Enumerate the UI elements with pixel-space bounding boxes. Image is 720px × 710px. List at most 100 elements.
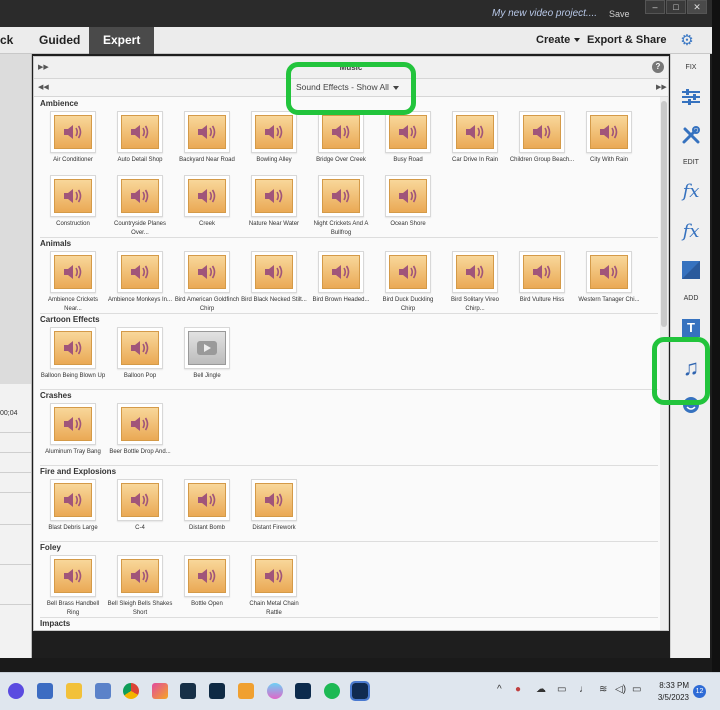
zoom-app-icon[interactable]	[8, 683, 24, 699]
sound-thumbnail[interactable]	[385, 111, 431, 153]
sound-effect-tile[interactable]: Nature Near Water	[241, 175, 307, 237]
sound-thumbnail[interactable]	[586, 251, 632, 293]
sound-thumbnail[interactable]	[117, 175, 163, 217]
tray-app-icon[interactable]: ●	[515, 684, 521, 695]
battery-icon[interactable]: ▭	[632, 684, 641, 695]
system-clock[interactable]: 8:33 PM 3/5/2023	[651, 680, 689, 704]
paint-icon[interactable]	[267, 683, 283, 699]
sound-effect-tile[interactable]: C-4	[107, 479, 173, 541]
notepad-icon[interactable]	[95, 683, 111, 699]
sound-effect-tile[interactable]: Bird Brown Headed...	[308, 251, 374, 313]
sound-effect-tile[interactable]: Busy Road	[375, 111, 441, 173]
file-explorer-window-icon[interactable]	[37, 683, 53, 699]
sound-thumbnail[interactable]	[50, 479, 96, 521]
sound-effect-tile[interactable]: Children Group Beach...	[509, 111, 575, 173]
onedrive-icon[interactable]: ☁	[536, 684, 546, 695]
sound-thumbnail[interactable]	[50, 175, 96, 217]
chrome-icon[interactable]	[123, 683, 139, 699]
sound-effect-tile[interactable]: Balloon Being Blown Up	[40, 327, 106, 389]
lightroom-classic-icon[interactable]	[180, 683, 196, 699]
sound-thumbnail[interactable]	[117, 403, 163, 445]
sound-thumbnail[interactable]	[184, 175, 230, 217]
create-menu[interactable]: Create	[536, 27, 581, 54]
sound-effect-tile[interactable]: Bird Black Necked Stilt...	[241, 251, 307, 313]
sound-thumbnail[interactable]	[586, 111, 632, 153]
sound-thumbnail[interactable]	[519, 111, 565, 153]
sound-thumbnail[interactable]	[50, 111, 96, 153]
spotify-icon[interactable]	[324, 683, 340, 699]
help-icon[interactable]: ?	[652, 61, 664, 73]
snipping-tool-icon[interactable]	[238, 683, 254, 699]
sound-effect-tile[interactable]: Construction	[40, 175, 106, 237]
sound-effect-tile[interactable]: Auto Detail Shop	[107, 111, 173, 173]
sound-thumbnail[interactable]	[50, 555, 96, 597]
sound-thumbnail[interactable]	[117, 555, 163, 597]
sound-effect-tile[interactable]: Bird Duck Duckling Chirp	[375, 251, 441, 313]
sound-thumbnail[interactable]	[50, 403, 96, 445]
sound-effect-tile[interactable]: Air Conditioner	[40, 111, 106, 173]
sound-effect-tile[interactable]: Distant Firework	[241, 479, 307, 541]
sound-effect-tile[interactable]: Bowling Alley	[241, 111, 307, 173]
show-hidden-icons-chevron-icon[interactable]: ^	[497, 684, 502, 695]
sound-effect-tile[interactable]: Bird American Goldfinch Chirp	[174, 251, 240, 313]
sound-thumbnail[interactable]	[50, 251, 96, 293]
sound-thumbnail[interactable]	[318, 251, 364, 293]
sound-thumbnail[interactable]	[184, 555, 230, 597]
photos-icon[interactable]	[152, 683, 168, 699]
titles-text-icon[interactable]: T	[679, 317, 703, 339]
sound-effect-tile[interactable]: Car Drive In Rain	[442, 111, 508, 173]
sound-thumbnail[interactable]	[318, 111, 364, 153]
sound-effect-tile[interactable]: Chain Metal Chain Rattle	[241, 555, 307, 617]
lightroom-icon[interactable]	[209, 683, 225, 699]
sound-effect-tile[interactable]: City With Rain	[576, 111, 642, 173]
save-button[interactable]: Save	[609, 9, 630, 19]
guided-mode-tab[interactable]: Guided	[39, 27, 80, 54]
project-name[interactable]: My new video project....	[492, 8, 597, 19]
sound-thumbnail[interactable]	[117, 251, 163, 293]
sound-thumbnail[interactable]	[519, 251, 565, 293]
sound-effect-tile[interactable]: Ocean Shore	[375, 175, 441, 237]
sound-effect-tile[interactable]: Ambience Crickets Near...	[40, 251, 106, 313]
volume-icon[interactable]: ◁)	[615, 684, 626, 695]
sound-thumbnail[interactable]	[318, 175, 364, 217]
effects-icon[interactable]: fx	[679, 220, 703, 242]
sound-effect-tile[interactable]: Bell Brass Handbell Ring	[40, 555, 106, 617]
transitions-icon[interactable]	[679, 259, 703, 281]
adjustments-icon[interactable]	[679, 86, 703, 108]
sound-effect-tile[interactable]: Bird Solitary Vireo Chirp...	[442, 251, 508, 313]
display-icon[interactable]: ▭	[557, 684, 566, 695]
minimize-button[interactable]: –	[645, 0, 665, 14]
sound-effect-tile[interactable]: Backyard Near Road	[174, 111, 240, 173]
microphone-icon[interactable]: ♩	[579, 684, 589, 695]
sound-effect-tile[interactable]: Blast Debris Large	[40, 479, 106, 541]
sound-effect-tile[interactable]: Aluminum Tray Bang	[40, 403, 106, 465]
sound-effect-tile[interactable]: Bell Jingle	[174, 327, 240, 389]
sound-effect-tile[interactable]: Night Crickets And A Bullfrog	[308, 175, 374, 237]
scroll-left-icon[interactable]: ◀◀	[38, 83, 49, 91]
sound-thumbnail[interactable]	[184, 327, 230, 369]
sound-effect-tile[interactable]: Bell Sleigh Bells Shakes Short	[107, 555, 173, 617]
effects-edit-icon[interactable]: fx	[679, 180, 703, 202]
scrollbar-thumb[interactable]	[661, 101, 667, 327]
sound-effect-tile[interactable]: Distant Bomb	[174, 479, 240, 541]
sound-effect-tile[interactable]: Bottle Open	[174, 555, 240, 617]
sound-effect-tile[interactable]: Bird Vulture Hiss	[509, 251, 575, 313]
sound-thumbnail[interactable]	[184, 479, 230, 521]
sound-thumbnail[interactable]	[50, 327, 96, 369]
sound-thumbnail[interactable]	[117, 479, 163, 521]
sound-effect-tile[interactable]: Western Tanager Chi...	[576, 251, 642, 313]
sound-effect-tile[interactable]: Ambience Monkeys In...	[107, 251, 173, 313]
sound-effect-tile[interactable]: Creek	[174, 175, 240, 237]
sound-thumbnail[interactable]	[117, 327, 163, 369]
notification-badge[interactable]: 12	[693, 685, 706, 698]
premiere-elements-icon[interactable]	[295, 683, 311, 699]
sound-thumbnail[interactable]	[117, 111, 163, 153]
quick-mode-tab[interactable]: ck	[0, 27, 13, 54]
sound-thumbnail[interactable]	[385, 251, 431, 293]
tools-icon[interactable]	[679, 124, 703, 146]
sound-thumbnail[interactable]	[452, 111, 498, 153]
sound-thumbnail[interactable]	[452, 251, 498, 293]
folder-icon[interactable]	[66, 683, 82, 699]
sound-thumbnail[interactable]	[251, 251, 297, 293]
sound-thumbnail[interactable]	[184, 111, 230, 153]
